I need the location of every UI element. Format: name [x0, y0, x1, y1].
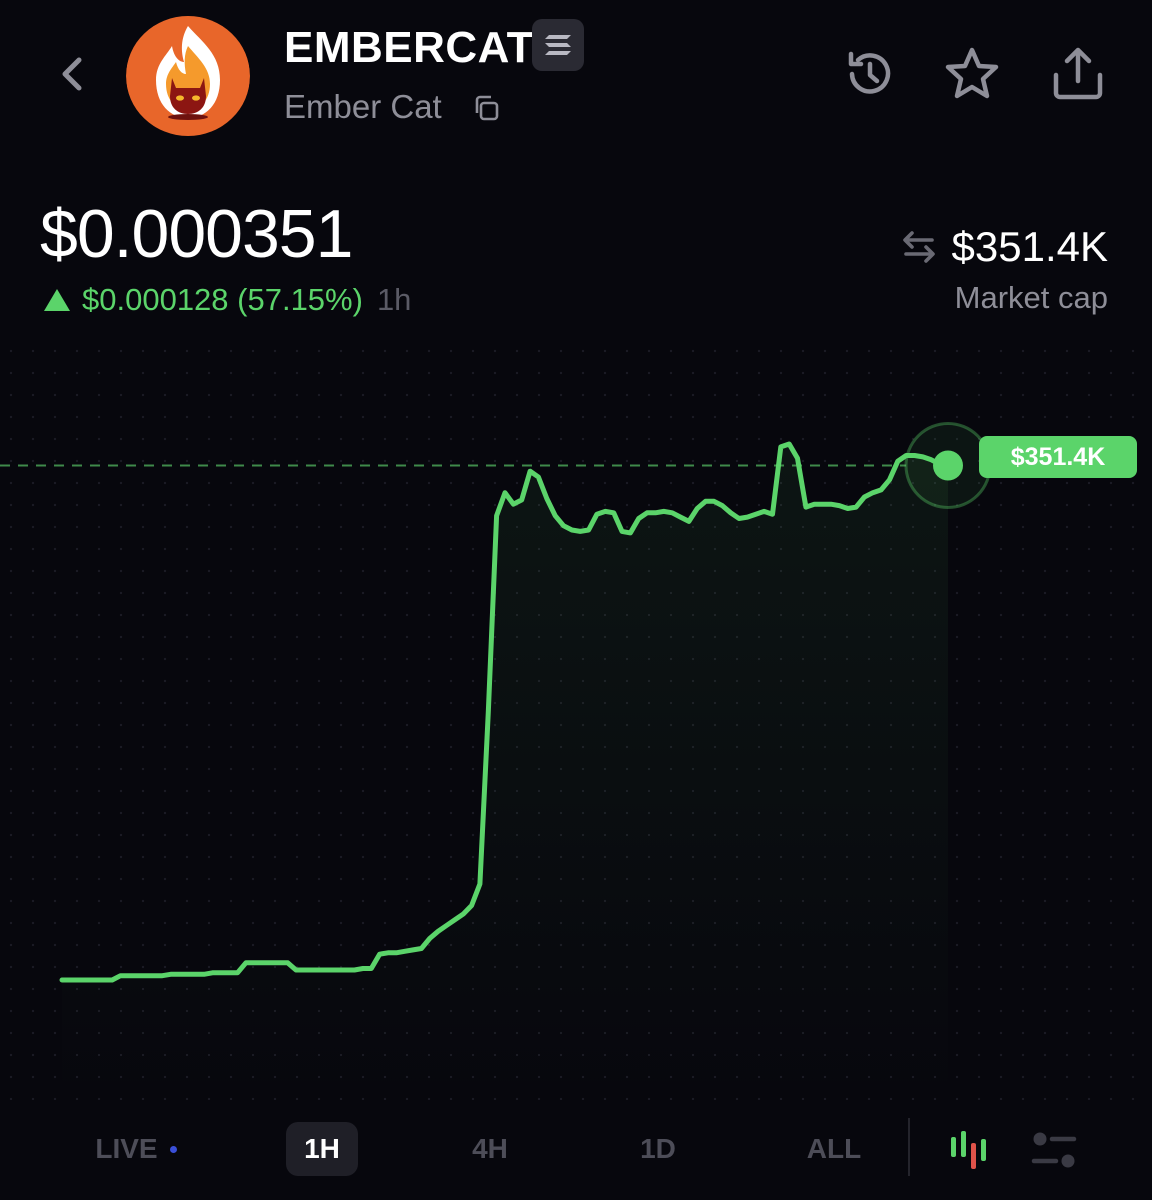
chain-badge[interactable] [532, 19, 584, 71]
change-period: 1h [376, 282, 412, 317]
chevron-left-icon [62, 57, 82, 91]
divider [908, 1118, 910, 1176]
solana-icon [545, 35, 571, 55]
token-avatar [126, 16, 250, 136]
token-name: EMBERCAT [284, 23, 535, 72]
market-cap-row[interactable]: $351.4K [900, 222, 1108, 272]
timeframe-4h[interactable]: 4H [454, 1122, 526, 1176]
share-button[interactable] [1048, 44, 1108, 104]
star-icon [945, 47, 999, 99]
timeframe-label: LIVE [95, 1133, 158, 1164]
current-point [933, 450, 963, 481]
history-icon [848, 51, 891, 94]
market-cap-label: Market cap [954, 280, 1108, 315]
up-arrow-icon [44, 289, 70, 311]
current-value-label: $351.4K [979, 436, 1137, 478]
candlestick-toggle[interactable] [944, 1124, 996, 1176]
chart-settings-button[interactable] [1028, 1124, 1080, 1176]
candlestick-chart-icon [951, 1131, 986, 1169]
market-cap-value: $351.4K [951, 223, 1108, 270]
price-change: $0.000128 (57.15%) [82, 282, 363, 317]
history-button[interactable] [840, 44, 900, 104]
settings-sliders-icon [1031, 1132, 1077, 1168]
favorite-button[interactable] [942, 44, 1002, 104]
timeframe-all[interactable]: ALL [790, 1122, 878, 1176]
token-detail-screen: EMBERCAT Ember Cat $0.000351 $0.000128 (… [0, 0, 1152, 1200]
share-icon [1053, 47, 1103, 100]
timeframe-label: 1D [640, 1133, 676, 1164]
timeframe-label: 4H [472, 1133, 508, 1164]
back-button[interactable] [48, 50, 96, 98]
swap-arrows-icon [902, 231, 935, 263]
live-indicator-dot [169, 1145, 177, 1153]
timeframe-1h[interactable]: 1H [286, 1122, 358, 1176]
price-change-row: $0.000128 (57.15%) 1h [44, 280, 411, 320]
timeframe-label: 1H [304, 1133, 340, 1164]
timeframe-label: ALL [806, 1133, 862, 1164]
token-price: $0.000351 [40, 196, 353, 272]
copy-button[interactable] [470, 92, 502, 124]
token-symbol: Ember Cat [284, 88, 442, 125]
timeframe-live[interactable]: LIVE [76, 1122, 196, 1176]
copy-icon [475, 95, 499, 121]
timeframe-1d[interactable]: 1D [622, 1122, 694, 1176]
